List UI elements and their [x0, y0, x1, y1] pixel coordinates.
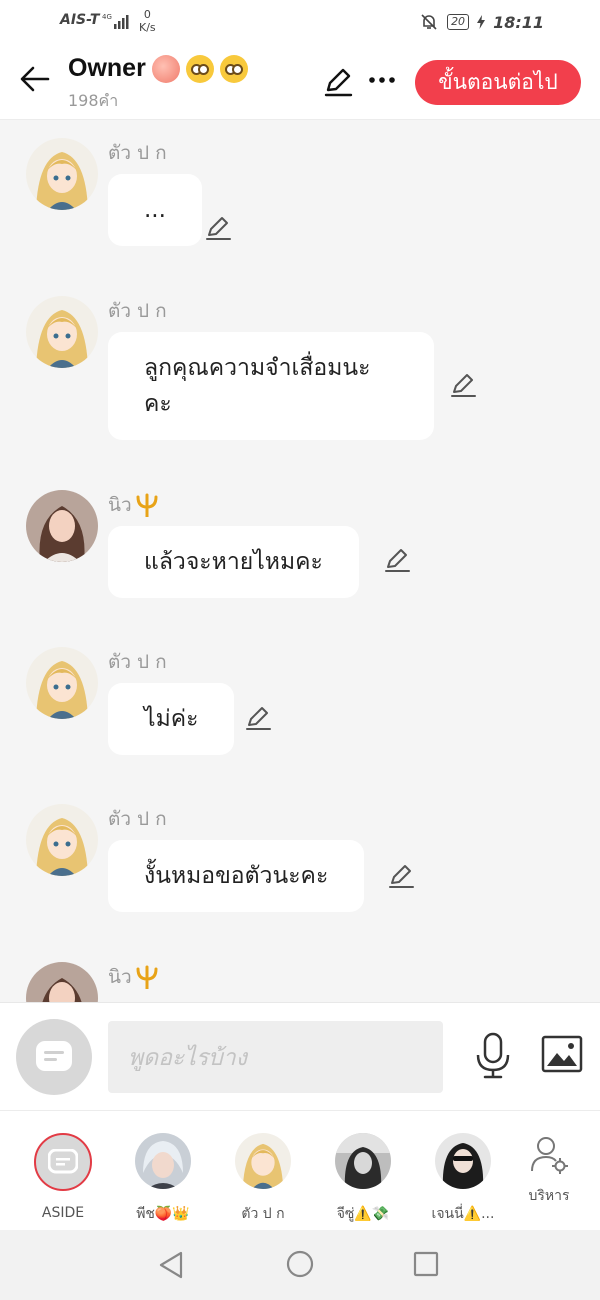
- peach-emoji-icon: [151, 54, 180, 83]
- sender-name-text: นิว: [108, 966, 132, 988]
- status-bar: AIS-T 4G 0 K/s 20 18:11: [0, 0, 600, 44]
- sunglasses-photo-avatar-icon: [435, 1133, 491, 1189]
- sender-name: ตัว ป ก: [108, 651, 167, 673]
- persona-label: ตัว ป ก: [241, 1206, 285, 1222]
- title-text: Owner: [68, 54, 146, 82]
- composer-bar: [0, 1002, 600, 1110]
- chat-header: Owner 198คำ ขั้นตอนต่อไป: [0, 44, 600, 120]
- edit-message-icon[interactable]: [449, 371, 477, 399]
- edit-pen-icon[interactable]: [322, 66, 354, 98]
- woman-photo-avatar-icon: [26, 962, 98, 1002]
- avatar[interactable]: [26, 490, 98, 562]
- trident-icon: [136, 965, 158, 989]
- persona-tua-pk[interactable]: ตัว ป ก: [218, 1133, 308, 1225]
- battery-indicator: 20: [447, 14, 470, 30]
- persona-jennie[interactable]: เจนนี่⚠️...: [418, 1133, 508, 1225]
- message-bubble[interactable]: ไม่ค่ะ: [108, 683, 235, 755]
- back-arrow-icon[interactable]: [18, 62, 52, 96]
- chat-bubble-icon: [48, 1149, 78, 1174]
- anime-blonde-avatar-icon: [26, 138, 98, 210]
- avatar[interactable]: [26, 804, 98, 876]
- message-bubble[interactable]: ...: [108, 174, 202, 246]
- flushed-face-emoji-icon: [185, 54, 214, 83]
- clock: 18:11: [493, 12, 544, 32]
- aside-avatar: [34, 1133, 92, 1191]
- persona-label: จีซู่⚠️💸: [336, 1206, 390, 1222]
- network-speed: 0 K/s: [139, 8, 156, 34]
- word-count: 198คำ: [68, 91, 119, 110]
- silver-hair-avatar-icon: [135, 1133, 191, 1189]
- sender-name: นิว: [108, 490, 160, 520]
- avatar[interactable]: [26, 647, 98, 719]
- persona-label: พีช🍑👑: [136, 1206, 190, 1222]
- avatar: [235, 1133, 291, 1189]
- woman-photo-avatar-icon: [26, 490, 98, 562]
- nav-home-icon[interactable]: [286, 1250, 314, 1278]
- anime-blonde-avatar-icon: [26, 296, 98, 368]
- next-step-button[interactable]: ขั้นตอนต่อไป: [415, 60, 581, 105]
- page-title: Owner: [68, 54, 248, 83]
- persona-label: เจนนี่⚠️...: [431, 1206, 495, 1222]
- sender-name-text: นิว: [108, 494, 132, 516]
- image-gallery-icon[interactable]: [541, 1035, 583, 1073]
- sender-name: ตัว ป ก: [108, 300, 167, 322]
- sender-name: ตัว ป ก: [108, 808, 167, 830]
- svg-text:4G: 4G: [102, 13, 112, 21]
- edit-message-icon[interactable]: [244, 704, 272, 732]
- avatar: [135, 1133, 191, 1189]
- anime-blonde-avatar-icon: [26, 804, 98, 876]
- edit-message-icon[interactable]: [383, 546, 411, 574]
- message-bubble[interactable]: แล้วจะหายไหมคะ: [108, 526, 359, 598]
- nav-recent-apps-icon[interactable]: [413, 1251, 439, 1277]
- persona-label: ASIDE: [41, 1205, 85, 1221]
- aside-toggle-button[interactable]: [16, 1019, 92, 1095]
- charging-icon: [477, 15, 486, 29]
- system-nav-bar: [0, 1230, 600, 1300]
- message-input[interactable]: [108, 1021, 443, 1093]
- persona-jisoo[interactable]: จีซู่⚠️💸: [318, 1133, 408, 1225]
- bw-photo-avatar-icon: [335, 1133, 391, 1189]
- avatar[interactable]: [26, 962, 98, 1002]
- manage-characters-button[interactable]: บริหาร: [504, 1135, 594, 1207]
- edit-message-icon[interactable]: [204, 214, 232, 242]
- persona-aside[interactable]: ASIDE: [18, 1133, 108, 1221]
- sender-name: ตัว ป ก: [108, 142, 167, 164]
- kissing-face-emoji-icon: [219, 54, 248, 83]
- character-selector: ASIDE พีช🍑👑 ตัว ป ก จีซู่⚠️💸 เจนนี่⚠️...…: [0, 1110, 600, 1230]
- anime-blonde-avatar-icon: [235, 1133, 291, 1189]
- message-bubble[interactable]: งั้นหมอขอตัวนะคะ: [108, 840, 365, 912]
- avatar[interactable]: [26, 296, 98, 368]
- microphone-icon[interactable]: [475, 1031, 511, 1079]
- nav-back-icon[interactable]: [158, 1250, 184, 1280]
- avatar: [435, 1133, 491, 1189]
- chat-thread[interactable]: ตัว ป ก ... ตัว ป ก ลูกคุณความจำเสื่อมนะ…: [0, 120, 600, 1002]
- persona-label: บริหาร: [528, 1188, 570, 1204]
- anime-blonde-avatar-icon: [26, 647, 98, 719]
- trident-icon: [136, 493, 158, 517]
- persona-peach[interactable]: พีช🍑👑: [118, 1133, 208, 1225]
- message-bubble[interactable]: ลูกคุณความจำเสื่อมนะคะ: [108, 332, 434, 440]
- carrier-label: AIS-T: [60, 12, 100, 28]
- edit-message-icon[interactable]: [387, 862, 415, 890]
- signal-icon: 4G: [102, 13, 129, 29]
- title-block: Owner 198คำ: [68, 54, 248, 114]
- chat-bubble-icon: [36, 1041, 72, 1071]
- avatar: [335, 1133, 391, 1189]
- more-options-icon[interactable]: [368, 66, 396, 94]
- sender-name: นิว: [108, 962, 160, 992]
- bell-muted-icon: [421, 14, 437, 30]
- avatar[interactable]: [26, 138, 98, 210]
- user-settings-icon: [531, 1137, 568, 1174]
